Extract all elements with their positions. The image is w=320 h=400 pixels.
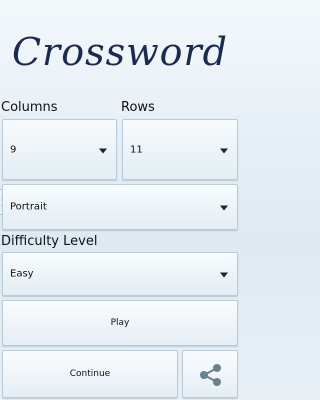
rows-select[interactable]: 11 (122, 119, 238, 180)
rows-label: Rows (121, 100, 155, 115)
chevron-down-icon (220, 272, 228, 278)
share-button[interactable] (182, 350, 238, 398)
difficulty-select-value: Easy (10, 268, 34, 280)
orientation-select[interactable]: Portrait (2, 184, 238, 230)
play-button[interactable]: Play (2, 300, 238, 346)
difficulty-label: Difficulty Level (1, 234, 98, 249)
share-icon (200, 364, 221, 386)
rows-select-value: 11 (130, 144, 143, 155)
chevron-down-icon (220, 148, 228, 153)
continue-button[interactable]: Continue (2, 350, 178, 398)
app-title: Crossword (11, 30, 228, 74)
chevron-down-icon (220, 205, 228, 211)
play-button-label: Play (110, 318, 130, 328)
columns-select[interactable]: 9 (2, 119, 117, 180)
columns-select-value: 9 (10, 144, 17, 155)
orientation-select-value: Portrait (10, 201, 47, 213)
columns-label: Columns (1, 100, 58, 115)
continue-button-label: Continue (69, 369, 111, 379)
difficulty-select[interactable]: Easy (2, 252, 238, 296)
chevron-down-icon (99, 148, 107, 153)
